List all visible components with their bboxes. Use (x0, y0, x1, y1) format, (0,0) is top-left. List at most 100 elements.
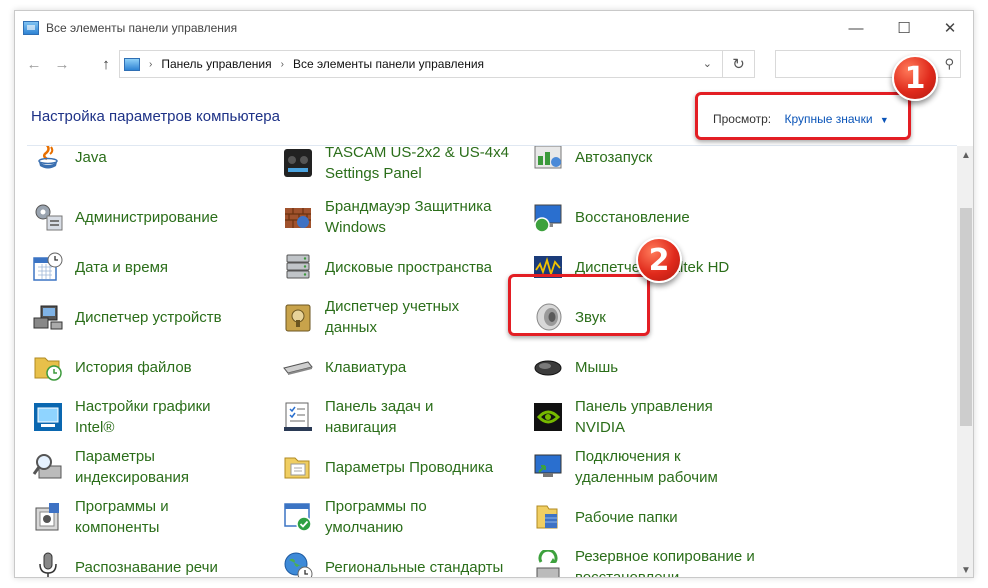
remote-desktop-icon (531, 450, 565, 484)
item-label: TASCAM US-2x2 & US-4x4 Settings Panel (325, 146, 509, 182)
cp-item-indexing[interactable]: Параметры индексирования (31, 443, 189, 491)
scroll-up-arrow-icon[interactable]: ▲ (957, 146, 973, 164)
cp-item-firewall[interactable]: Брандмауэр Защитника Windows (281, 193, 491, 241)
item-label: Дата и время (75, 258, 169, 276)
cp-item-recovery[interactable]: Восстановление (531, 193, 690, 241)
item-label: Подключения к удаленным рабочим (575, 448, 718, 486)
back-button[interactable]: ← (23, 53, 45, 75)
autoplay-icon (531, 146, 565, 174)
admin-tools-icon (31, 200, 65, 234)
cp-item-region[interactable]: Региональные стандарты (281, 543, 504, 577)
scrollbar-thumb[interactable] (960, 208, 972, 426)
cp-item-storage-spaces[interactable]: Дисковые пространства (281, 243, 492, 291)
storage-spaces-icon (281, 250, 315, 284)
breadcrumb-separator: › (280, 58, 284, 70)
intel-graphics-icon (31, 400, 65, 434)
cp-item-java[interactable]: Java (31, 146, 107, 181)
programs-icon (31, 500, 65, 534)
item-label: Распознавание речи (75, 558, 218, 576)
page-title: Настройка параметров компьютера (31, 108, 280, 125)
breadcrumb-separator: › (149, 58, 153, 70)
cp-item-credential-manager[interactable]: Диспетчер учетных данных (281, 293, 459, 341)
chevron-down-icon[interactable]: ⌄ (703, 57, 712, 70)
item-label: Параметры Проводника (325, 458, 494, 476)
search-icon[interactable]: ⚲ (944, 56, 954, 72)
item-label: Параметры индексирования (75, 448, 189, 486)
credential-manager-icon (281, 300, 315, 334)
address-bar[interactable]: › Панель управления › Все элементы панел… (119, 50, 755, 78)
cp-item-remote-desktop[interactable]: Подключения к удаленным рабочим (531, 443, 718, 491)
item-label: Мышь (575, 358, 619, 376)
explorer-options-icon (281, 450, 315, 484)
cp-item-keyboard[interactable]: Клавиатура (281, 343, 406, 391)
item-label: Диспетчер учетных данных (325, 298, 460, 336)
cp-item-autoplay[interactable]: Автозапуск (531, 146, 652, 181)
nvidia-icon (531, 400, 565, 434)
cp-item-taskbar[interactable]: Панель задач и навигация (281, 393, 433, 441)
up-button[interactable]: ↑ (95, 53, 117, 75)
item-label: Региональные стандарты (325, 558, 504, 576)
forward-button[interactable]: → (51, 53, 73, 75)
item-label: Диспетчер устройств (75, 308, 222, 326)
cp-item-intel-graphics[interactable]: Настройки графики Intel® (31, 393, 211, 441)
device-manager-icon (31, 300, 65, 334)
refresh-button[interactable]: ↻ (722, 51, 754, 77)
cp-item-default-programs[interactable]: Программы по умолчанию (281, 493, 427, 541)
item-label: Дисковые пространства (325, 258, 493, 276)
globe-clock-icon (281, 550, 315, 577)
navigation-bar: ← → ↑ › Панель управления › Все элементы… (15, 49, 973, 79)
cp-item-mouse[interactable]: Мышь (531, 343, 618, 391)
keyboard-icon (281, 350, 315, 384)
backup-icon (531, 548, 565, 577)
taskbar-icon (281, 400, 315, 434)
microphone-icon (31, 550, 65, 577)
step-badge-1: 1 (892, 55, 938, 101)
cp-item-administration[interactable]: Администрирование (31, 193, 218, 241)
tascam-icon (281, 146, 315, 180)
maximize-button[interactable]: ☐ (881, 11, 927, 45)
breadcrumb-all-items[interactable]: Все элементы панели управления (293, 57, 484, 71)
item-label: Автозапуск (575, 148, 653, 166)
breadcrumb-control-panel[interactable]: Панель управления (161, 57, 271, 71)
vertical-scrollbar[interactable]: ▲ ▼ (957, 146, 973, 577)
cp-item-date-time[interactable]: Дата и время (31, 243, 168, 291)
date-time-icon (31, 250, 65, 284)
item-label: История файлов (75, 358, 192, 376)
file-history-icon (31, 350, 65, 384)
cp-item-programs[interactable]: Программы и компоненты (31, 493, 169, 541)
control-panel-icon (124, 57, 140, 71)
cp-item-speech[interactable]: Распознавание речи (31, 543, 218, 577)
work-folders-icon (531, 500, 565, 534)
indexing-icon (31, 450, 65, 484)
item-label: Панель задач и навигация (325, 398, 434, 436)
item-label: Брандмауэр Защитника Windows (325, 198, 492, 236)
item-label: Администрирование (75, 208, 219, 226)
cp-item-device-manager[interactable]: Диспетчер устройств (31, 293, 222, 341)
item-label: Резервное копирование и восстановлени... (575, 548, 755, 578)
cp-item-work-folders[interactable]: Рабочие папки (531, 493, 678, 541)
items-grid: Java TASCAM US-2x2 & US-4x4 Settings Pan… (15, 146, 957, 578)
item-label: Настройки графики Intel® (75, 398, 211, 436)
firewall-icon (281, 200, 315, 234)
mouse-icon (531, 350, 565, 384)
recovery-icon (531, 200, 565, 234)
item-label: Java (75, 148, 107, 166)
title-bar: Все элементы панели управления — ☐ ✕ (15, 11, 973, 45)
java-icon (31, 146, 65, 174)
cp-item-tascam[interactable]: TASCAM US-2x2 & US-4x4 Settings Panel (281, 146, 509, 187)
scroll-down-arrow-icon[interactable]: ▼ (957, 561, 973, 577)
item-label: Клавиатура (325, 358, 407, 376)
highlight-view-by (695, 92, 911, 140)
item-label: Рабочие папки (575, 508, 678, 526)
cp-item-nvidia[interactable]: Панель управления NVIDIA (531, 393, 713, 441)
item-label: Программы и компоненты (75, 498, 169, 536)
item-label: Панель управления NVIDIA (575, 398, 713, 436)
control-panel-icon (23, 21, 39, 35)
highlight-sound (508, 274, 650, 336)
cp-item-explorer-options[interactable]: Параметры Проводника (281, 443, 493, 491)
minimize-button[interactable]: — (833, 11, 879, 45)
close-button[interactable]: ✕ (927, 11, 973, 45)
item-label: Восстановление (575, 208, 690, 226)
cp-item-file-history[interactable]: История файлов (31, 343, 192, 391)
cp-item-backup[interactable]: Резервное копирование и восстановлени... (531, 543, 755, 578)
